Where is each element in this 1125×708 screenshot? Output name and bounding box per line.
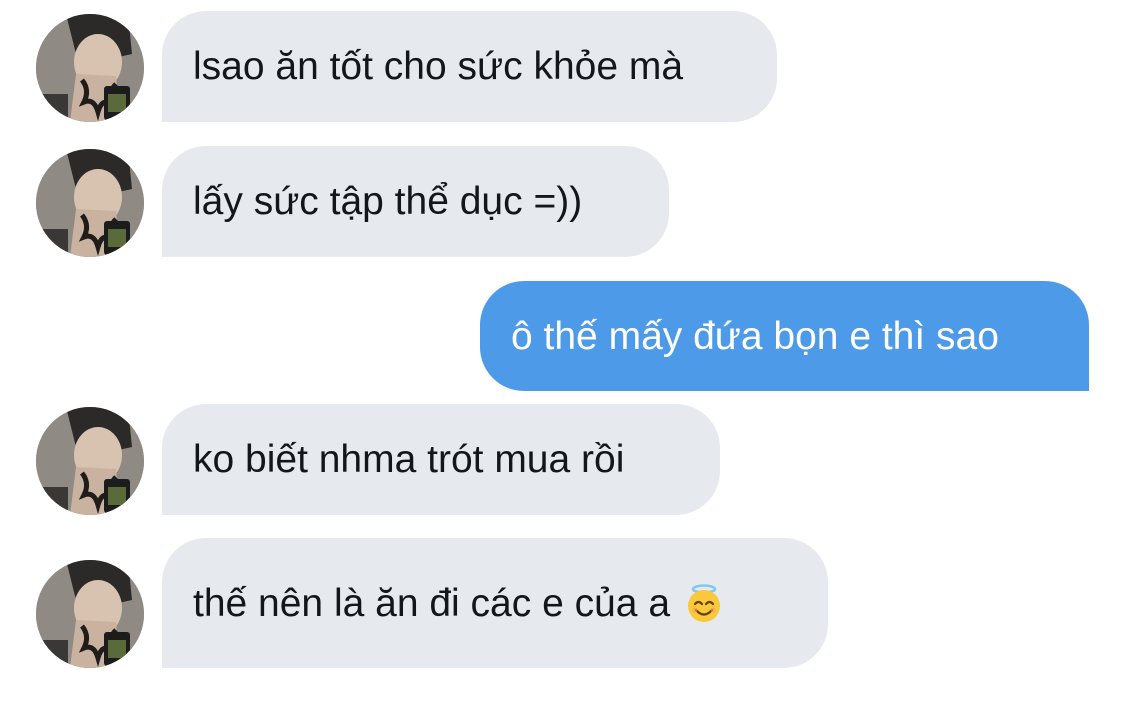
avatar[interactable]: [36, 560, 144, 668]
incoming-message-bubble[interactable]: lấy sức tập thể dục =)): [162, 146, 669, 257]
message-text: lsao ăn tốt cho sức khỏe mà: [193, 45, 684, 88]
incoming-message-bubble[interactable]: thế nên là ăn đi các e của a: [162, 538, 828, 668]
message-text: ko biết nhma trót mua rồi: [193, 438, 625, 481]
avatar[interactable]: [36, 14, 144, 122]
incoming-message-bubble[interactable]: lsao ăn tốt cho sức khỏe mà: [162, 11, 777, 122]
message-text: thế nên là ăn đi các e của a: [193, 581, 671, 625]
avatar[interactable]: [36, 149, 144, 257]
avatar[interactable]: [36, 407, 144, 515]
incoming-message-bubble[interactable]: ko biết nhma trót mua rồi: [162, 404, 720, 515]
avatar-image: [36, 560, 144, 668]
avatar-image: [36, 149, 144, 257]
outgoing-message-bubble[interactable]: ô thế mấy đứa bọn e thì sao: [480, 281, 1089, 391]
avatar-image: [36, 407, 144, 515]
avatar-image: [36, 14, 144, 122]
smiling-face-with-halo-icon: [684, 583, 724, 623]
message-text: lấy sức tập thể dục =)): [193, 180, 583, 223]
message-text: ô thế mấy đứa bọn e thì sao: [511, 314, 999, 358]
